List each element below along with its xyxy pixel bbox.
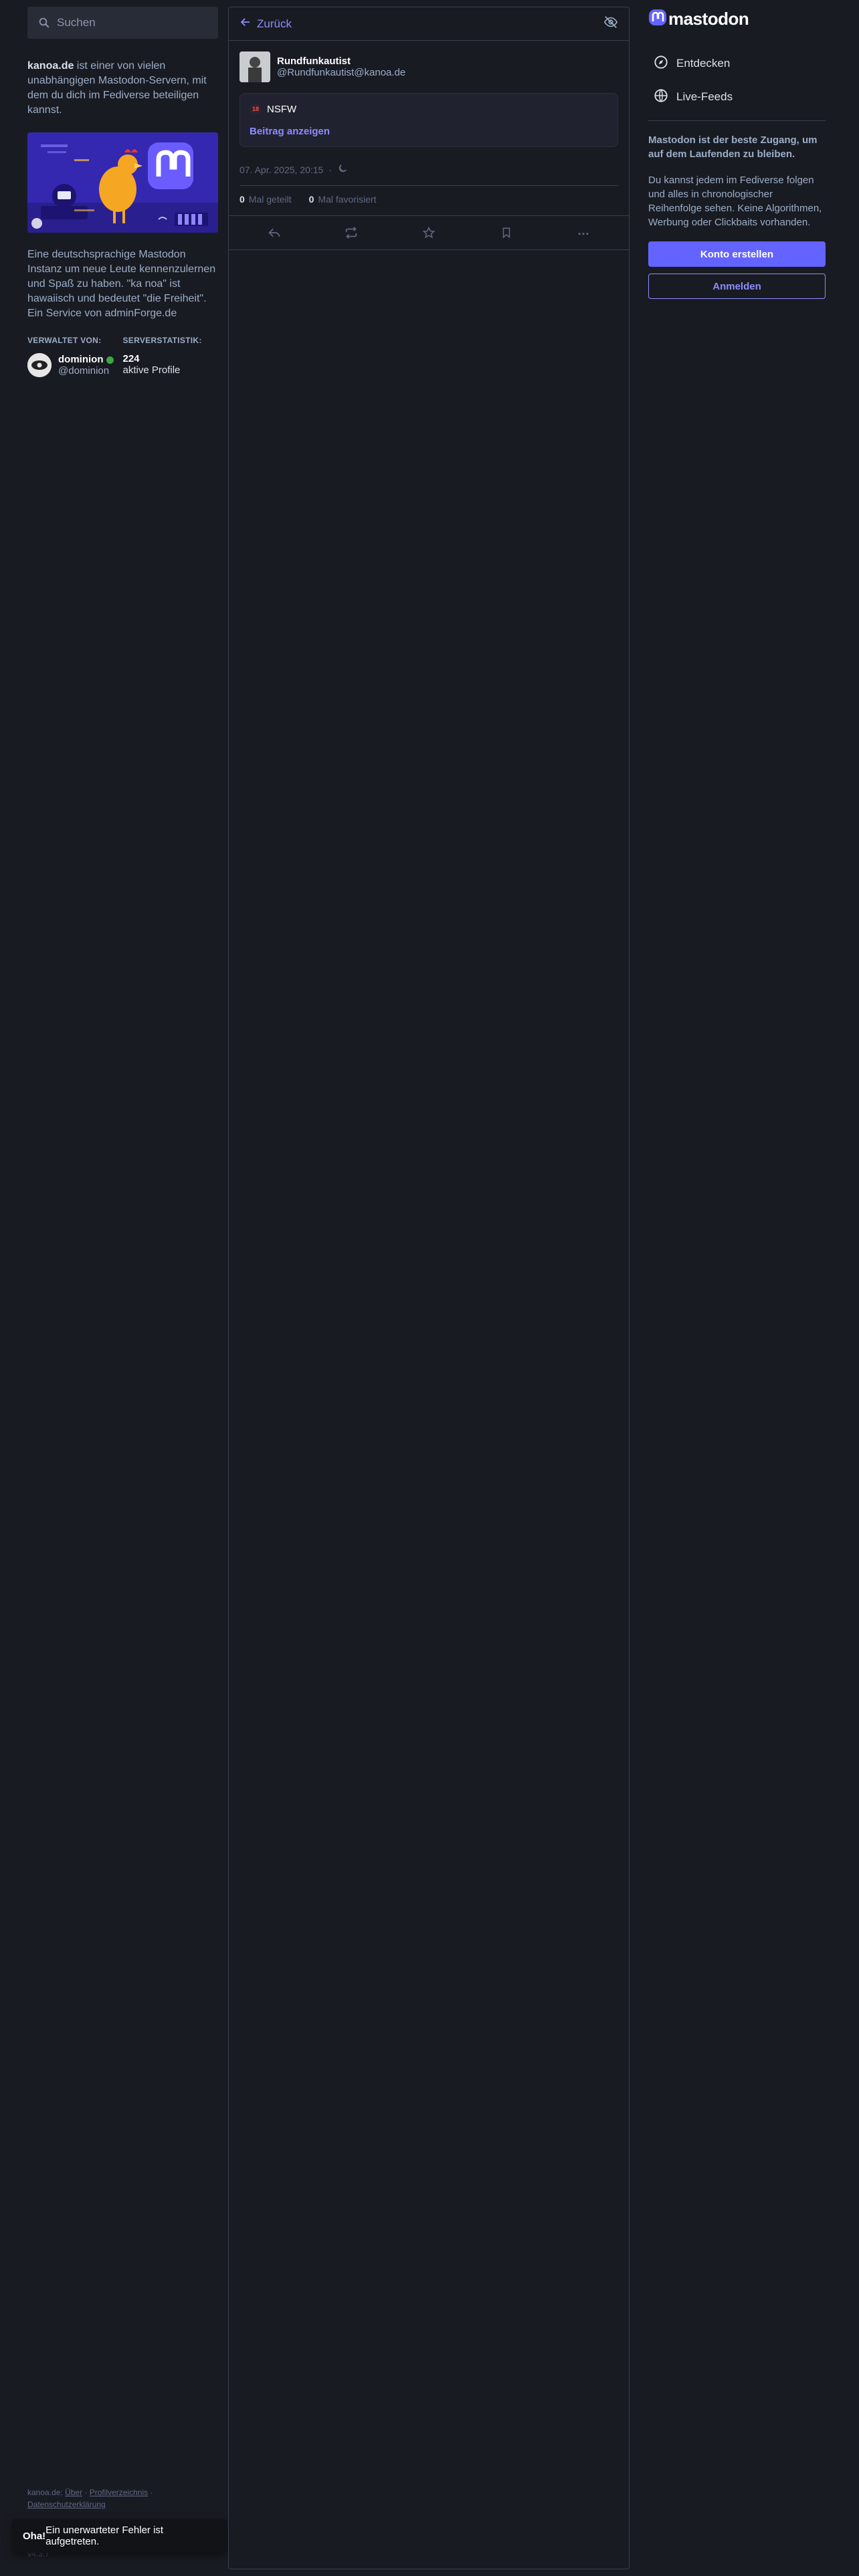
boosts-count: 0	[240, 194, 245, 205]
admin-name: dominion	[58, 354, 104, 365]
status-action-bar	[229, 216, 629, 250]
content-warning-label: NSFW	[267, 103, 297, 115]
stats-section: SERVERSTATISTIK: 224 aktive Profile	[123, 336, 219, 377]
main-column: Zurück Rundfunkautist @Rundfunkautist@ka…	[228, 7, 630, 2569]
footer-links: kanoa.de: Über · Profilverzeichnis · Dat…	[27, 2488, 153, 2509]
author-handle: @Rundfunkautist@kanoa.de	[277, 67, 406, 78]
bookmark-icon[interactable]	[498, 225, 514, 241]
nav-item-live-feeds[interactable]: Live-Feeds	[648, 80, 826, 114]
signup-pitch-heading: Mastodon ist der beste Zugang, um auf de…	[648, 134, 818, 160]
search-icon	[38, 17, 50, 29]
nav-label-explore: Entdecken	[676, 57, 731, 70]
admin-handle: @dominion	[58, 365, 110, 377]
right-sidebar: mastodon Entdecken Live-Feeds Mastodon i…	[648, 7, 826, 299]
login-button[interactable]: Anmelden	[648, 274, 826, 299]
content-warning: 18 NSFW Beitrag anzeigen	[240, 93, 618, 147]
signup-pitch-text: Du kannst jedem im Fediverse folgen und …	[648, 175, 822, 228]
nav-item-explore[interactable]: Entdecken	[648, 47, 826, 80]
author-display-name: Rundfunkautist	[277, 56, 351, 67]
boosts-label: Mal geteilt	[248, 194, 292, 205]
favourites-count: 0	[308, 194, 314, 205]
column-header: Zurück	[229, 7, 629, 41]
nav-label-live-feeds: Live-Feeds	[676, 90, 733, 103]
back-label: Zurück	[257, 17, 292, 30]
toast-text: Ein unerwarteter Fehler ist aufgetreten.	[45, 2525, 164, 2547]
server-info-row: VERWALTET VON: dominion @dominion SERVER…	[27, 336, 218, 377]
mastodon-logo-icon	[648, 8, 667, 30]
reply-icon[interactable]	[266, 225, 282, 241]
mastodon-logo-text: mastodon	[668, 8, 749, 29]
eye-off-icon[interactable]	[603, 15, 618, 33]
admin-avatar	[27, 353, 52, 377]
admin-heading: VERWALTET VON:	[27, 336, 102, 345]
online-indicator-icon	[106, 356, 114, 364]
server-about: kanoa.de ist einer von vielen unabhängig…	[27, 59, 218, 118]
error-toast[interactable]: Oha! Ein unerwarteter Fehler ist aufgetr…	[12, 2519, 227, 2553]
status-author[interactable]: Rundfunkautist @Rundfunkautist@kanoa.de	[240, 51, 618, 82]
active-profiles-count: 224	[122, 353, 140, 364]
moon-icon	[337, 163, 348, 176]
age-18-icon: 18	[250, 103, 262, 115]
mastodon-logo[interactable]: mastodon	[648, 7, 826, 31]
boosts-count-link[interactable]: 0 Mal geteilt	[240, 194, 292, 205]
boost-icon[interactable]	[343, 225, 359, 241]
admin-account[interactable]: dominion @dominion	[27, 353, 123, 377]
left-sidebar: Suchen kanoa.de ist einer von vielen una…	[27, 7, 218, 377]
back-button[interactable]: Zurück	[240, 16, 292, 31]
more-icon[interactable]	[575, 225, 591, 241]
search-input[interactable]: Suchen	[27, 7, 218, 39]
favourites-label: Mal favorisiert	[318, 194, 377, 205]
status-detail: Rundfunkautist @Rundfunkautist@kanoa.de …	[229, 41, 629, 216]
footer-link-privacy[interactable]: Datenschutzerklärung	[27, 2500, 106, 2509]
footer-prefix: kanoa.de:	[27, 2488, 63, 2497]
footer-link-about[interactable]: Über	[65, 2488, 82, 2497]
globe-icon	[654, 88, 668, 106]
arrow-left-icon	[240, 16, 252, 31]
server-domain[interactable]: kanoa.de	[27, 60, 74, 72]
search-placeholder: Suchen	[57, 16, 96, 29]
server-hero-image	[27, 132, 218, 233]
create-account-button[interactable]: Konto erstellen	[648, 241, 826, 267]
status-meta: 07. Apr. 2025, 20:15 ·	[240, 163, 618, 176]
star-icon[interactable]	[421, 225, 437, 241]
status-counts: 0 Mal geteilt 0 Mal favorisiert	[240, 185, 618, 205]
divider	[648, 120, 826, 121]
server-description: Eine deutschsprachige Mastodon Instanz u…	[27, 249, 216, 319]
active-profiles-label: aktive Profile	[122, 364, 181, 376]
compass-icon	[654, 55, 668, 73]
admin-section: VERWALTET VON: dominion @dominion	[27, 336, 123, 377]
favourites-count-link[interactable]: 0 Mal favorisiert	[309, 194, 377, 205]
author-avatar	[240, 51, 270, 82]
status-timestamp[interactable]: 07. Apr. 2025, 20:15	[240, 165, 323, 175]
show-post-button[interactable]: Beitrag anzeigen	[250, 126, 608, 137]
footer-link-directory[interactable]: Profilverzeichnis	[90, 2488, 148, 2497]
stats-heading: SERVERSTATISTIK:	[122, 336, 202, 345]
toast-bold: Oha!	[23, 2530, 46, 2542]
